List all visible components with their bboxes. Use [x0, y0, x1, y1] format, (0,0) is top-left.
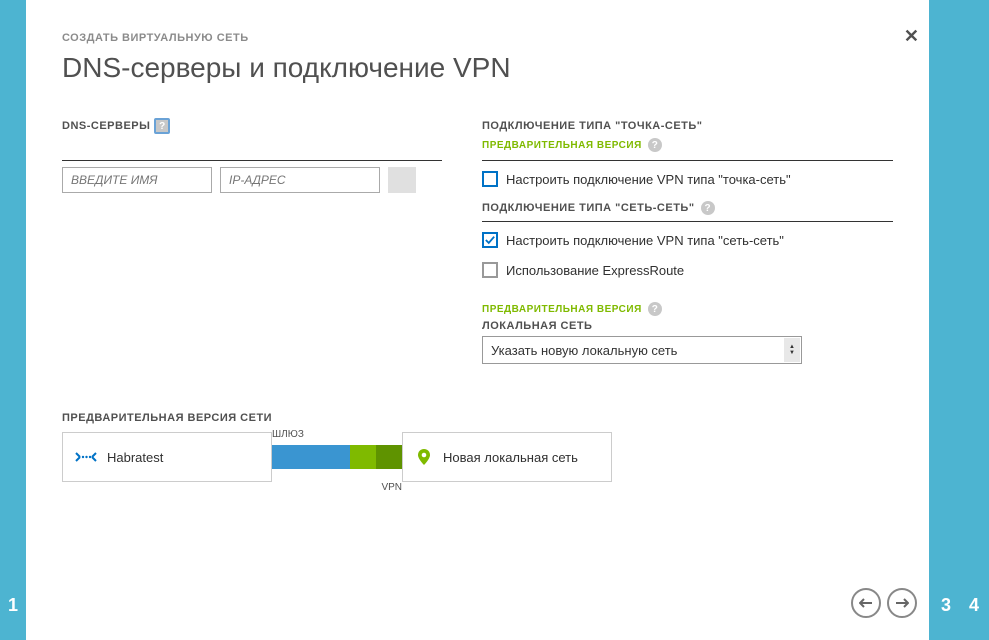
network-diagram: Habratest ШЛЮЗ VPN Новая локальная сеть: [62, 432, 893, 482]
help-icon[interactable]: ?: [701, 201, 715, 215]
local-network-box: Новая локальная сеть: [402, 432, 612, 482]
vpn-label: VPN: [381, 482, 402, 493]
local-network-name: Новая локальная сеть: [443, 450, 578, 465]
breadcrumb: СОЗДАТЬ ВИРТУАЛЬНУЮ СЕТЬ: [62, 32, 893, 44]
select-arrows-icon: ▲▼: [784, 338, 800, 362]
next-button[interactable]: [887, 588, 917, 618]
local-network-selected-value: Указать новую локальную сеть: [491, 343, 677, 358]
expressroute-checkbox-row[interactable]: Использование ExpressRoute: [482, 262, 893, 278]
wizard-step-left-strip: 1: [0, 0, 26, 640]
step-number-1: 1: [8, 595, 18, 616]
network-preview-label: ПРЕДВАРИТЕЛЬНАЯ ВЕРСИЯ СЕТИ: [62, 412, 893, 424]
p2s-checkbox-row[interactable]: Настроить подключение VPN типа "точка-се…: [482, 171, 893, 187]
dns-servers-label-text: DNS-СЕРВЕРЫ: [62, 120, 150, 132]
dns-ip-input[interactable]: [220, 167, 380, 193]
nav-buttons: [851, 588, 917, 618]
step-number-4: 4: [969, 595, 979, 616]
location-pin-icon: [415, 448, 433, 466]
expressroute-label: Использование ExpressRoute: [506, 263, 684, 278]
gateway-green-bar: [350, 445, 376, 469]
preview-tag: ПРЕДВАРИТЕЛЬНАЯ ВЕРСИЯ: [482, 304, 642, 315]
help-icon[interactable]: ?: [648, 302, 662, 316]
vnet-name: Habratest: [107, 450, 163, 465]
step-number-3: 3: [941, 595, 951, 616]
s2s-checkbox-row[interactable]: Настроить подключение VPN типа "сеть-сет…: [482, 232, 893, 248]
preview-tag: ПРЕДВАРИТЕЛЬНАЯ ВЕРСИЯ: [482, 140, 642, 151]
site-to-site-label: ПОДКЛЮЧЕНИЕ ТИПА "СЕТЬ-СЕТЬ": [482, 202, 695, 214]
dns-add-button[interactable]: [388, 167, 416, 193]
wizard-step-right-strip: 3 4: [929, 0, 989, 640]
back-button[interactable]: [851, 588, 881, 618]
local-network-select[interactable]: Указать новую локальную сеть ▲▼: [482, 336, 802, 364]
gateway-label: ШЛЮЗ: [272, 429, 304, 440]
wizard-content: СОЗДАТЬ ВИРТУАЛЬНУЮ СЕТЬ DNS-серверы и п…: [26, 0, 929, 640]
point-to-site-label: ПОДКЛЮЧЕНИЕ ТИПА "ТОЧКА-СЕТЬ": [482, 120, 703, 132]
local-network-label: ЛОКАЛЬНАЯ СЕТЬ: [482, 320, 893, 332]
help-icon[interactable]: ?: [648, 138, 662, 152]
help-icon[interactable]: ?: [154, 118, 170, 134]
dns-input-row: [62, 160, 442, 193]
checkbox-unchecked-icon: [482, 262, 498, 278]
vnet-box: Habratest: [62, 432, 272, 482]
checkbox-unchecked-icon: [482, 171, 498, 187]
vnet-icon: [75, 448, 97, 466]
page-title: DNS-серверы и подключение VPN: [62, 52, 893, 84]
s2s-checkbox-label: Настроить подключение VPN типа "сеть-сет…: [506, 233, 784, 248]
checkbox-checked-icon: [482, 232, 498, 248]
dns-name-input[interactable]: [62, 167, 212, 193]
gateway-darkgreen-bar: [376, 445, 402, 469]
p2s-checkbox-label: Настроить подключение VPN типа "точка-се…: [506, 172, 791, 187]
gateway-blue-bar: [272, 445, 350, 469]
gateway-segment: ШЛЮЗ VPN: [272, 432, 402, 482]
dns-servers-label: DNS-СЕРВЕРЫ ?: [62, 118, 170, 134]
